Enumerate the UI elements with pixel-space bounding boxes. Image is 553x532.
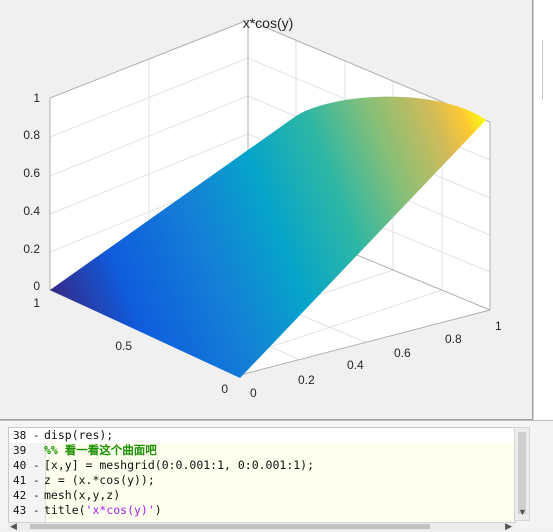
- background-window-edge: [533, 0, 553, 420]
- line-number: 38: [13, 429, 27, 442]
- breakpoint-marker[interactable]: -: [33, 473, 40, 488]
- y-tick-label: 1: [33, 296, 40, 310]
- line-number: 42: [13, 489, 27, 502]
- x-tick-label: 0.6: [394, 346, 411, 360]
- z-tick-label: 0: [33, 279, 40, 293]
- code-line[interactable]: 42- mesh(x,y,z): [9, 488, 515, 503]
- x-tick-label: 0.8: [445, 332, 462, 346]
- line-number: 39: [13, 444, 27, 457]
- code-line[interactable]: 38- disp(res);: [9, 428, 515, 443]
- scroll-down-icon[interactable]: ▼: [518, 508, 527, 517]
- breakpoint-marker[interactable]: -: [33, 503, 40, 518]
- x-tick-label: 1: [495, 319, 502, 333]
- z-tick-label: 1: [33, 91, 40, 105]
- scroll-thumb[interactable]: [30, 524, 430, 529]
- z-tick-label: 0.8: [23, 128, 40, 142]
- breakpoint-marker[interactable]: -: [33, 428, 40, 443]
- y-tick-label: 0: [221, 382, 228, 396]
- code-line[interactable]: 40- [x,y] = meshgrid(0:0.001:1, 0:0.001:1…: [9, 458, 515, 473]
- editor-body[interactable]: 38- disp(res); 39%% 看一看这个曲面吧 40- [x,y] = mes…: [8, 427, 516, 523]
- x-tick-label: 0.4: [347, 358, 364, 372]
- code-token: title(: [44, 503, 86, 517]
- vertical-scrollbar[interactable]: ▼: [514, 427, 530, 521]
- breakpoint-marker[interactable]: -: [33, 458, 40, 473]
- code-editor[interactable]: 38- disp(res); 39%% 看一看这个曲面吧 40- [x,y] = mes…: [0, 420, 553, 532]
- code-text[interactable]: title('x*cos(y)'): [44, 503, 162, 518]
- y-tick-label: 0.5: [115, 339, 132, 353]
- breakpoint-marker[interactable]: -: [33, 488, 40, 503]
- x-tick-label: 0: [250, 386, 257, 400]
- code-text[interactable]: [x,y] = meshgrid(0:0.001:1, 0:0.001:1);: [44, 458, 314, 473]
- surface-plot[interactable]: x*cos(y) 0 0.2 0.4 0.6 0.8 1 1 0.5 0 0 0…: [0, 0, 533, 420]
- scroll-left-icon[interactable]: ◀: [10, 521, 17, 532]
- divider: [542, 40, 543, 100]
- line-number: 40: [13, 459, 27, 472]
- code-text[interactable]: disp(res);: [44, 428, 113, 443]
- z-tick-label: 0.2: [23, 242, 40, 256]
- x-tick-label: 0.2: [298, 373, 315, 387]
- code-text[interactable]: z = (x.*cos(y));: [44, 473, 155, 488]
- code-token: ): [154, 503, 162, 517]
- plot-title: x*cos(y): [243, 15, 294, 31]
- code-text[interactable]: %% 看一看这个曲面吧: [44, 443, 157, 458]
- code-text[interactable]: mesh(x,y,z): [44, 488, 120, 503]
- code-line[interactable]: 39 %% 看一看这个曲面吧: [9, 443, 515, 458]
- line-number: 43: [13, 504, 27, 517]
- scroll-right-icon[interactable]: ▶: [505, 521, 512, 532]
- code-line[interactable]: 43- title('x*cos(y)'): [9, 503, 515, 518]
- scroll-thumb[interactable]: [518, 432, 526, 514]
- code-line[interactable]: 41- z = (x.*cos(y));: [9, 473, 515, 488]
- z-tick-label: 0.4: [23, 204, 40, 218]
- figure-window: x*cos(y) 0 0.2 0.4 0.6 0.8 1 1 0.5 0 0 0…: [0, 0, 533, 420]
- z-tick-label: 0.6: [23, 166, 40, 180]
- string-literal: 'x*cos(y)': [85, 503, 155, 517]
- line-number: 41: [13, 474, 27, 487]
